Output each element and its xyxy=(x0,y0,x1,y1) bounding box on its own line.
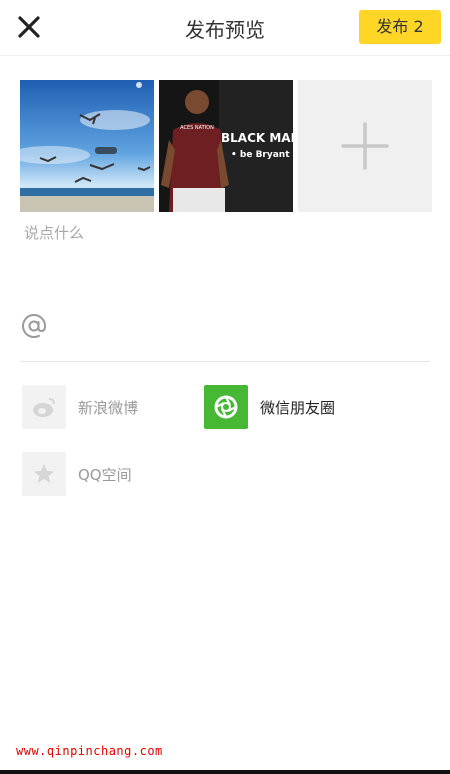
photo-text-line-1: BLACK MAM xyxy=(221,131,293,145)
bottom-edge-line xyxy=(0,770,450,774)
share-option-label: 微信朋友圈 xyxy=(260,399,336,417)
add-photo-button[interactable] xyxy=(298,80,432,212)
svg-text:ACES NATION: ACES NATION xyxy=(180,125,214,131)
photo-text-line-2: • be Bryant xyxy=(231,150,290,160)
share-wechat-moments-option[interactable]: 微信朋友圈 xyxy=(204,385,354,429)
share-option-label: 新浪微博 xyxy=(78,399,139,417)
weibo-icon xyxy=(33,398,55,417)
share-weibo-option[interactable]: 新浪微博 xyxy=(22,385,172,429)
top-bar: 发布预览 发布 2 xyxy=(0,0,450,55)
seagulls-beach-photo xyxy=(20,80,154,212)
at-icon xyxy=(22,314,47,338)
caption-input[interactable] xyxy=(20,222,438,302)
mention-button[interactable] xyxy=(20,312,48,340)
qzone-star-icon xyxy=(34,464,54,483)
share-option-label: QQ空间 xyxy=(78,466,132,484)
header-divider xyxy=(0,55,450,56)
photo-thumbnail-player[interactable]: ACES NATION BLACK MAM • be Bryant xyxy=(159,80,293,212)
photo-grid: ACES NATION BLACK MAM • be Bryant xyxy=(20,80,432,212)
section-divider xyxy=(20,361,430,362)
watermark-text: www.qinpinchang.com xyxy=(16,744,163,758)
publish-button[interactable]: 发布 2 xyxy=(359,10,441,44)
photo-thumbnail-seagulls[interactable] xyxy=(20,80,154,212)
wechat-moments-icon xyxy=(214,395,238,419)
share-qzone-option[interactable]: QQ空间 xyxy=(22,452,172,496)
basketball-player-photo: ACES NATION BLACK MAM • be Bryant xyxy=(159,80,293,212)
weibo-icon-tile xyxy=(22,385,66,429)
plus-icon xyxy=(341,122,389,170)
wechat-moments-icon-tile xyxy=(204,385,248,429)
qzone-star-icon-tile xyxy=(22,452,66,496)
